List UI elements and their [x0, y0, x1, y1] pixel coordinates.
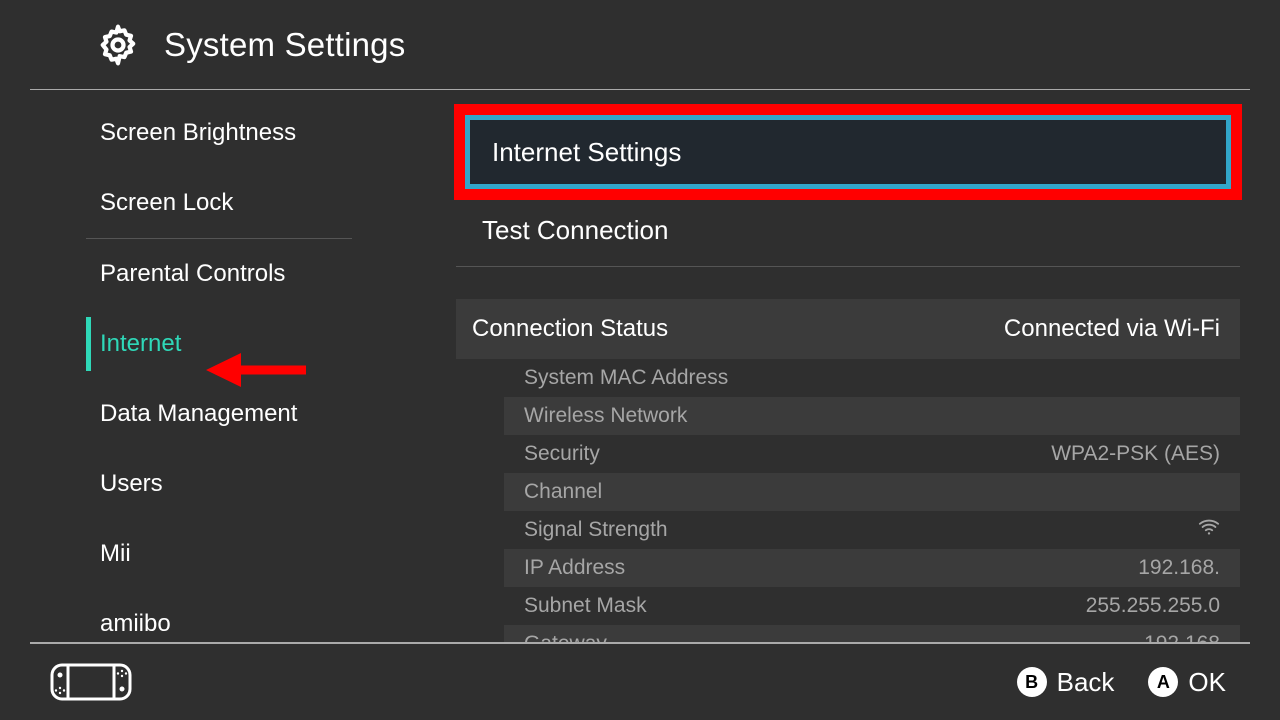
wifi-icon — [1198, 516, 1220, 544]
content-divider — [456, 266, 1240, 267]
sidebar-item-screen-lock[interactable]: Screen Lock — [52, 168, 380, 238]
sidebar-item-label: Users — [100, 470, 163, 498]
status-header-label: Connection Status — [472, 315, 668, 343]
sidebar-item-label: amiibo — [100, 610, 171, 638]
status-row-ip: IP Address 192.168. — [504, 549, 1240, 587]
option-internet-settings[interactable]: Internet Settings — [466, 116, 1230, 188]
sidebar-item-label: Mii — [100, 540, 131, 568]
status-row-mac: System MAC Address — [504, 359, 1240, 397]
option-test-connection[interactable]: Test Connection — [456, 194, 1240, 266]
gear-icon — [96, 23, 140, 67]
sidebar-item-label: Screen Lock — [100, 189, 233, 217]
back-label: Back — [1057, 667, 1115, 698]
status-label: Subnet Mask — [524, 594, 647, 618]
sidebar-item-screen-brightness[interactable]: Screen Brightness — [52, 98, 380, 168]
sidebar-item-users[interactable]: Users — [52, 449, 380, 519]
a-button-icon: A — [1148, 667, 1178, 697]
sidebar-item-amiibo[interactable]: amiibo — [52, 589, 380, 659]
sidebar-item-mii[interactable]: Mii — [52, 519, 380, 589]
option-label: Test Connection — [482, 215, 668, 246]
ok-label: OK — [1188, 667, 1226, 698]
option-label: Internet Settings — [492, 137, 681, 168]
status-value: WPA2-PSK (AES) — [1051, 442, 1220, 466]
status-label: IP Address — [524, 556, 625, 580]
page-title: System Settings — [164, 26, 405, 64]
status-label: System MAC Address — [524, 366, 728, 390]
status-row-gateway: Gateway 192.168 — [504, 625, 1240, 642]
content-pane: Internet Settings Test Connection Connec… — [380, 90, 1280, 642]
console-handheld-icon — [50, 663, 132, 701]
status-row-subnet: Subnet Mask 255.255.255.0 — [504, 587, 1240, 625]
status-row-network: Wireless Network — [504, 397, 1240, 435]
sidebar-item-parental-controls[interactable]: Parental Controls — [52, 239, 380, 309]
status-label: Channel — [524, 480, 602, 504]
header: System Settings — [30, 0, 1250, 90]
sidebar-item-label: Parental Controls — [100, 260, 285, 288]
status-row-security: Security WPA2-PSK (AES) — [504, 435, 1240, 473]
status-value: 255.255.255.0 — [1086, 594, 1220, 618]
sidebar-item-internet[interactable]: Internet — [52, 309, 380, 379]
status-label: Signal Strength — [524, 518, 668, 542]
ok-button[interactable]: A OK — [1148, 667, 1226, 698]
sidebar-item-label: Data Management — [100, 400, 297, 428]
status-label: Gateway — [524, 632, 607, 642]
status-row-signal: Signal Strength — [504, 511, 1240, 549]
status-label: Security — [524, 442, 600, 466]
sidebar-item-data-management[interactable]: Data Management — [52, 379, 380, 449]
footer-buttons: B Back A OK — [1017, 667, 1226, 698]
status-value: 192.168 — [1144, 632, 1220, 642]
status-list: System MAC Address Wireless Network Secu… — [456, 359, 1240, 642]
connection-status-header: Connection Status Connected via Wi-Fi — [456, 299, 1240, 359]
status-row-channel: Channel — [504, 473, 1240, 511]
main-area: Screen Brightness Screen Lock Parental C… — [0, 90, 1280, 642]
b-button-icon: B — [1017, 667, 1047, 697]
back-button[interactable]: B Back — [1017, 667, 1115, 698]
sidebar-item-label: Screen Brightness — [100, 119, 296, 147]
sidebar-item-label: Internet — [100, 330, 181, 358]
status-header-value: Connected via Wi-Fi — [1004, 315, 1220, 343]
settings-sidebar: Screen Brightness Screen Lock Parental C… — [0, 90, 380, 642]
status-label: Wireless Network — [524, 404, 687, 428]
status-value: 192.168. — [1138, 556, 1220, 580]
